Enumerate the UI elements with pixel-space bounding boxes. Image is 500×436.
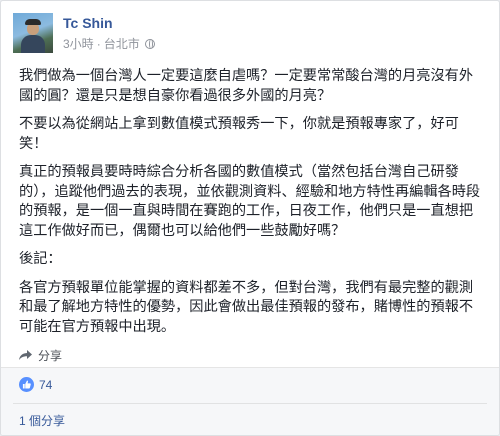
globe-icon bbox=[144, 38, 155, 49]
post-meta: 3小時 · 台北市 bbox=[63, 35, 155, 52]
post-location[interactable]: 台北市 bbox=[104, 35, 140, 52]
likes-summary[interactable]: 74 bbox=[19, 377, 52, 392]
share-arrow-icon bbox=[19, 350, 32, 361]
post-paragraph: 不要以為從網站上拿到數值模式預報秀一下，你就是預報專家了，好可笑！ bbox=[19, 116, 459, 152]
avatar[interactable] bbox=[13, 13, 53, 53]
post-paragraph: 真正的預報員要時時綜合分析各國的數值模式（當然包括台灣自己研發的），追蹤他們過去… bbox=[19, 164, 481, 239]
thumbs-up-icon bbox=[19, 377, 34, 392]
post-time[interactable]: 3小時 bbox=[63, 35, 94, 52]
post-card: Tc Shin 3小時 · 台北市 我們做為一個台灣人一定要這麼自虐嗎？一定要常… bbox=[0, 0, 500, 436]
author-name[interactable]: Tc Shin bbox=[63, 15, 113, 31]
post-paragraph: 後記： bbox=[19, 251, 62, 267]
likes-count: 74 bbox=[39, 377, 53, 392]
post-body: 我們做為一個台灣人一定要這麼自虐嗎？一定要常常酸台灣的月亮沒有外國的圓？還是只是… bbox=[19, 67, 481, 346]
post-footer: 74 1 個分享 bbox=[1, 367, 499, 435]
meta-separator: · bbox=[96, 36, 101, 51]
share-label: 分享 bbox=[38, 349, 63, 363]
footer-divider bbox=[13, 403, 487, 404]
share-button[interactable]: 分享 bbox=[19, 347, 62, 364]
shares-count[interactable]: 1 個分享 bbox=[19, 412, 65, 429]
post-paragraph: 我們做為一個台灣人一定要這麼自虐嗎？一定要常常酸台灣的月亮沒有外國的圓？還是只是… bbox=[19, 68, 474, 104]
post-paragraph: 各官方預報單位能掌握的資料都差不多，但對台灣，我們有最完整的觀測和最了解地方特性… bbox=[19, 279, 474, 335]
